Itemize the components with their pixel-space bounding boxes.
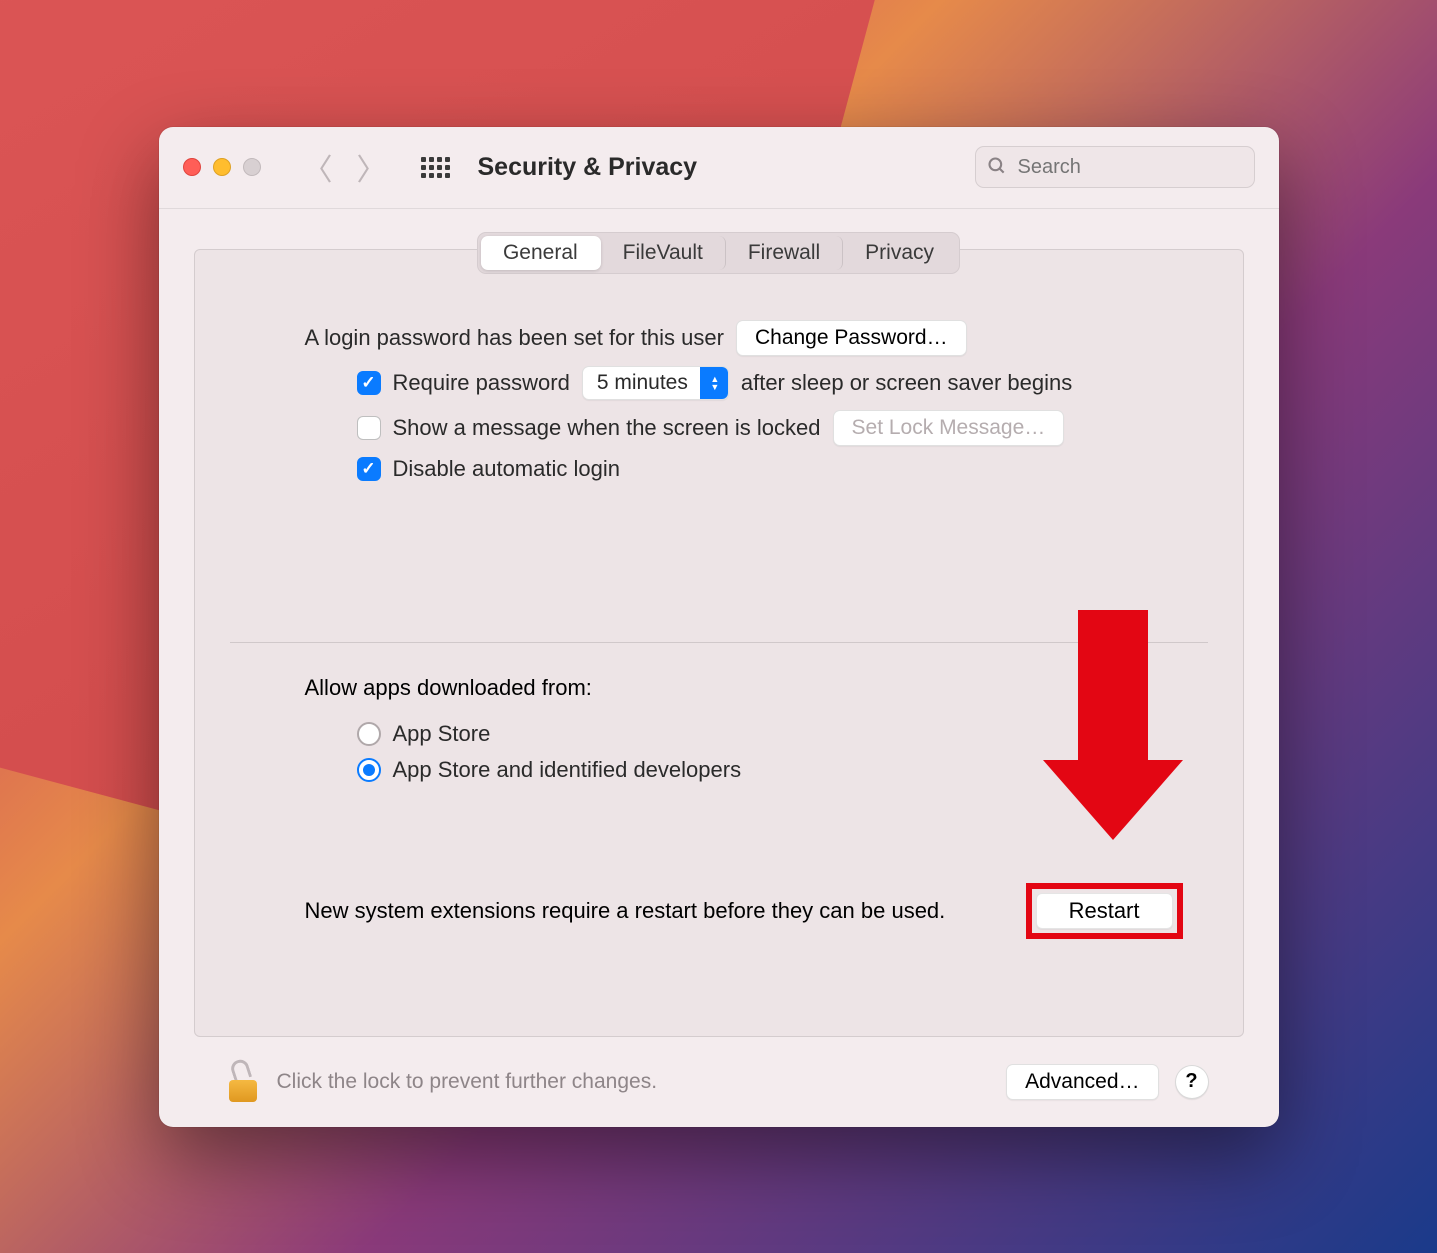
tab-firewall[interactable]: Firewall [726,236,843,270]
restart-message: New system extensions require a restart … [305,898,946,924]
password-delay-value: 5 minutes [583,371,700,395]
lock-icon[interactable] [229,1062,261,1102]
allow-appstore-radio[interactable] [357,722,381,746]
close-button[interactable] [183,158,201,176]
tab-privacy[interactable]: Privacy [843,236,956,270]
show-message-checkbox[interactable] [357,416,381,440]
search-icon [987,156,1007,176]
advanced-button[interactable]: Advanced… [1006,1064,1158,1100]
disable-auto-login-label: Disable automatic login [393,456,620,482]
password-delay-select[interactable]: 5 minutes ▲▼ [582,366,729,400]
tab-filevault[interactable]: FileVault [601,236,726,270]
require-password-label: Require password [393,370,570,396]
allow-apps-heading: Allow apps downloaded from: [305,675,1133,701]
login-text: A login password has been set for this u… [305,325,724,351]
forward-button: 〉 [357,145,387,189]
system-preferences-window: 〈 〉 Security & Privacy General FileVault… [159,127,1279,1127]
window-title: Security & Privacy [478,153,698,182]
chevron-updown-icon: ▲▼ [700,367,728,399]
disable-auto-login-checkbox[interactable] [357,457,381,481]
minimize-button[interactable] [213,158,231,176]
change-password-button[interactable]: Change Password… [736,320,967,356]
lock-hint-text: Click the lock to prevent further change… [277,1070,658,1094]
restart-button[interactable]: Restart [1036,893,1173,929]
footer: Click the lock to prevent further change… [194,1037,1244,1127]
traffic-lights [183,158,261,176]
nav-arrows: 〈 〉 [303,145,387,189]
allow-identified-radio[interactable] [357,758,381,782]
show-all-icon[interactable] [421,157,450,178]
back-button[interactable]: 〈 [303,145,333,189]
after-sleep-label: after sleep or screen saver begins [741,370,1072,396]
allow-identified-label: App Store and identified developers [393,757,742,783]
search-input[interactable] [975,146,1255,188]
require-password-checkbox[interactable] [357,371,381,395]
content: General FileVault Firewall Privacy A log… [159,209,1279,1127]
annotation-arrow-icon [1053,610,1173,850]
tabs: General FileVault Firewall Privacy [477,232,960,274]
show-message-label: Show a message when the screen is locked [393,415,821,441]
tab-general[interactable]: General [481,236,601,270]
titlebar: 〈 〉 Security & Privacy [159,127,1279,209]
login-section: A login password has been set for this u… [195,274,1243,492]
help-button[interactable]: ? [1175,1065,1209,1099]
annotation-highlight: Restart [1026,883,1183,939]
allow-appstore-label: App Store [393,721,491,747]
set-lock-message-button: Set Lock Message… [833,410,1065,446]
zoom-button [243,158,261,176]
panel: General FileVault Firewall Privacy A log… [194,249,1244,1037]
